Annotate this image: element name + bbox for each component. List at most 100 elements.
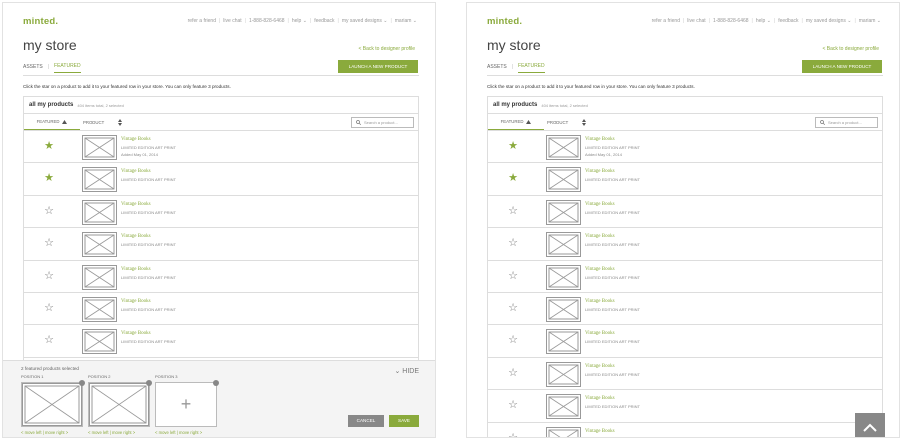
move-controls[interactable]: < move left | move right > — [155, 430, 217, 435]
products-table: all my products 404 items total, 2 selec… — [487, 96, 883, 437]
back-to-profile-link[interactable]: < Back to designer profile — [822, 46, 879, 52]
top-nav: refer a friend | live chat | 1-888-828-6468 |… — [652, 18, 881, 24]
product-name[interactable]: Vintage Books — [121, 169, 151, 174]
add-plus-icon[interactable]: + — [156, 383, 216, 426]
col-product[interactable]: PRODUCT — [547, 114, 587, 130]
star-outline-icon[interactable]: ☆ — [43, 205, 55, 217]
star-outline-icon[interactable]: ☆ — [507, 237, 519, 249]
search-input[interactable]: Search a product... — [351, 117, 414, 128]
star-outline-icon[interactable]: ☆ — [507, 367, 519, 379]
product-name[interactable]: Vintage Books — [585, 169, 615, 174]
nav-link[interactable]: help ⌄ — [756, 18, 771, 24]
minted-logo[interactable]: minted. — [23, 16, 58, 27]
product-name[interactable]: Vintage Books — [585, 364, 615, 369]
position-slot[interactable]: + — [155, 380, 219, 427]
nav-link[interactable]: live chat — [223, 18, 241, 24]
search-input[interactable]: Search a product... — [815, 117, 878, 128]
nav-separator: | — [854, 18, 856, 24]
product-name[interactable]: Vintage Books — [585, 429, 615, 434]
product-name[interactable]: Vintage Books — [585, 137, 615, 142]
star-outline-icon[interactable]: ☆ — [507, 302, 519, 314]
star-outline-icon[interactable]: ☆ — [507, 270, 519, 282]
product-name[interactable]: Vintage Books — [585, 234, 615, 239]
star-outline-icon[interactable]: ☆ — [43, 237, 55, 249]
remove-handle-icon[interactable] — [146, 380, 152, 386]
product-thumbnail — [82, 232, 117, 258]
tab-separator: | — [511, 63, 514, 70]
product-name[interactable]: Vintage Books — [585, 299, 615, 304]
nav-link[interactable]: 1-888-828-6468 — [713, 18, 749, 24]
nav-link[interactable]: refer a friend — [188, 18, 216, 24]
position-slot[interactable] — [21, 380, 85, 427]
remove-handle-icon[interactable] — [79, 380, 85, 386]
product-name[interactable]: Vintage Books — [585, 267, 615, 272]
nav-separator: | — [218, 18, 221, 24]
nav-link[interactable]: feedback — [778, 18, 798, 24]
star-icon[interactable]: ★ — [507, 140, 519, 152]
star-icon[interactable]: ★ — [507, 172, 519, 184]
star-outline-icon[interactable]: ☆ — [507, 399, 519, 411]
launch-product-button[interactable]: LAUNCH A NEW PRODUCT — [802, 60, 882, 73]
product-name[interactable]: Vintage Books — [585, 396, 615, 401]
product-name[interactable]: Vintage Books — [585, 331, 615, 336]
product-name[interactable]: Vintage Books — [121, 267, 151, 272]
col-product-label: PRODUCT — [547, 119, 569, 125]
star-outline-icon[interactable]: ☆ — [507, 334, 519, 346]
product-name[interactable]: Vintage Books — [121, 137, 151, 142]
nav-link[interactable]: 1-888-828-6468 — [249, 18, 285, 24]
minted-logo[interactable]: minted. — [487, 16, 522, 27]
nav-link[interactable]: refer a friend — [652, 18, 680, 24]
remove-handle-icon[interactable] — [213, 380, 219, 386]
tab-assets[interactable]: ASSETS — [23, 64, 43, 73]
star-outline-icon[interactable]: ☆ — [507, 205, 519, 217]
sort-icon — [118, 118, 123, 126]
product-name[interactable]: Vintage Books — [121, 331, 151, 336]
nav-link[interactable]: my saved designs ⌄ — [342, 18, 388, 24]
star-outline-icon[interactable]: ☆ — [43, 302, 55, 314]
page-title: my store — [23, 37, 77, 53]
table-count: 404 items total, 2 selected — [541, 102, 588, 108]
star-icon[interactable]: ★ — [43, 140, 55, 152]
hide-tray-button[interactable]: ⌄ HIDE — [394, 367, 419, 375]
nav-link[interactable]: mariam ⌄ — [395, 18, 417, 24]
save-button[interactable]: SAVE — [389, 415, 419, 427]
nav-link[interactable]: help ⌄ — [292, 18, 307, 24]
sort-up-icon — [526, 119, 532, 124]
search-placeholder: Search a product... — [364, 120, 398, 125]
star-outline-icon[interactable]: ☆ — [43, 270, 55, 282]
scroll-to-top-button[interactable] — [855, 413, 885, 437]
move-controls[interactable]: < move left | move right > — [21, 430, 83, 435]
star-outline-icon[interactable]: ☆ — [43, 334, 55, 346]
tab-featured[interactable]: FEATURED — [518, 63, 545, 73]
product-name[interactable]: Vintage Books — [121, 234, 151, 239]
col-featured[interactable]: FEATURED — [24, 114, 80, 130]
nav-link[interactable]: my saved designs ⌄ — [806, 18, 852, 24]
back-to-profile-link[interactable]: < Back to designer profile — [358, 46, 415, 52]
launch-product-button[interactable]: LAUNCH A NEW PRODUCT — [338, 60, 418, 73]
tab-assets[interactable]: ASSETS — [487, 64, 507, 73]
nav-link[interactable]: live chat — [687, 18, 705, 24]
table-row: ★ Vintage Books LIMITED EDITION ART PRINT A… — [24, 131, 418, 164]
nav-link[interactable]: mariam ⌄ — [859, 18, 881, 24]
tab-featured[interactable]: FEATURED — [54, 63, 81, 73]
col-featured-label: FEATURED — [500, 119, 524, 124]
star-outline-icon[interactable]: ☆ — [507, 432, 519, 437]
product-name[interactable]: Vintage Books — [585, 202, 615, 207]
nav-link[interactable]: feedback — [314, 18, 334, 24]
move-controls[interactable]: < move left | move right > — [88, 430, 150, 435]
col-product[interactable]: PRODUCT — [83, 114, 123, 130]
product-thumbnail — [546, 426, 581, 437]
table-row: ☆ Vintage Books LIMITED EDITION ART PRINT — [488, 423, 882, 437]
nav-separator: | — [751, 18, 753, 24]
position-slot[interactable] — [88, 380, 152, 427]
product-thumbnail — [546, 296, 581, 322]
star-icon[interactable]: ★ — [43, 172, 55, 184]
product-thumbnail — [546, 199, 581, 225]
col-featured[interactable]: FEATURED — [488, 114, 544, 130]
product-name[interactable]: Vintage Books — [121, 299, 151, 304]
product-name[interactable]: Vintage Books — [121, 202, 151, 207]
cancel-button[interactable]: CANCEL — [348, 415, 384, 427]
nav-separator: | — [287, 18, 289, 24]
col-featured-label: FEATURED — [36, 119, 60, 124]
store-tabs: ASSETS | FEATURED — [23, 63, 81, 73]
